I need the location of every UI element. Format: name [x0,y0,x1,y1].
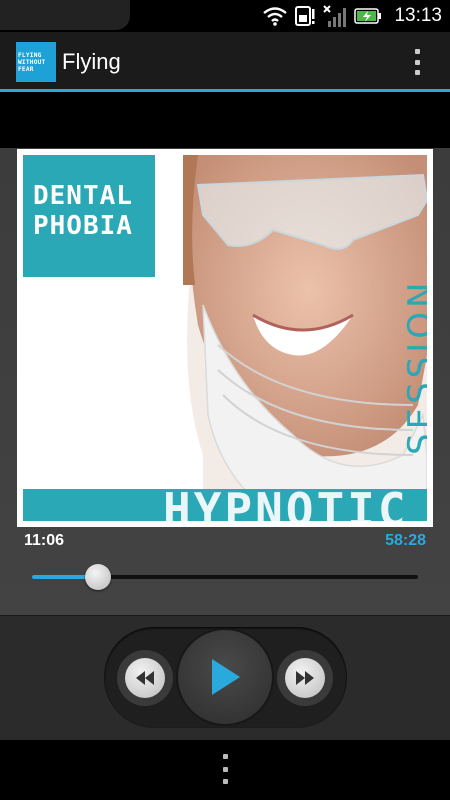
sim-icon [295,6,315,26]
play-icon [212,659,240,695]
signal-icon [323,5,347,27]
logo-line-3: FEAR [18,65,34,73]
status-icons: 13:13 [262,4,442,28]
menu-icon[interactable] [219,754,231,784]
fast-forward-button[interactable] [277,650,333,706]
top-spacer [0,92,450,148]
rewind-button[interactable] [117,650,173,706]
fast-forward-icon [296,671,314,685]
battery-charging-icon [354,8,382,24]
app-logo[interactable]: FLYING WITHOUT FEAR [16,42,56,82]
elapsed-time: 11:06 [24,532,65,549]
app-title: Flying [62,49,121,74]
action-bar: FLYING WITHOUT FEAR Flying [0,32,450,90]
logo-line-1: FLYING [18,51,42,59]
status-bar: 13:13 [0,0,450,32]
album-title-box: DENTAL PHOBIA [23,155,155,277]
seek-thumb[interactable] [84,564,111,590]
play-button[interactable] [178,630,272,724]
album-title-line-1: DENTAL [33,181,133,211]
notification-area [0,0,130,30]
album-art-image: DENTAL PHOBIA HYPNOTIC SESSION [23,155,427,521]
album-subtitle: SESSION [401,278,427,455]
logo-line-2: WITHOUT [18,58,46,66]
overflow-menu-icon[interactable] [410,46,424,78]
album-art: DENTAL PHOBIA HYPNOTIC SESSION [17,149,433,527]
rewind-icon [136,671,154,685]
total-time: 58:28 [385,532,426,549]
album-title-line-2: PHOBIA [33,211,133,241]
wifi-icon [263,7,288,26]
album-banner-text: HYPNOTIC [163,483,409,521]
status-time: 13:13 [394,5,442,26]
seek-bar[interactable] [32,564,418,590]
